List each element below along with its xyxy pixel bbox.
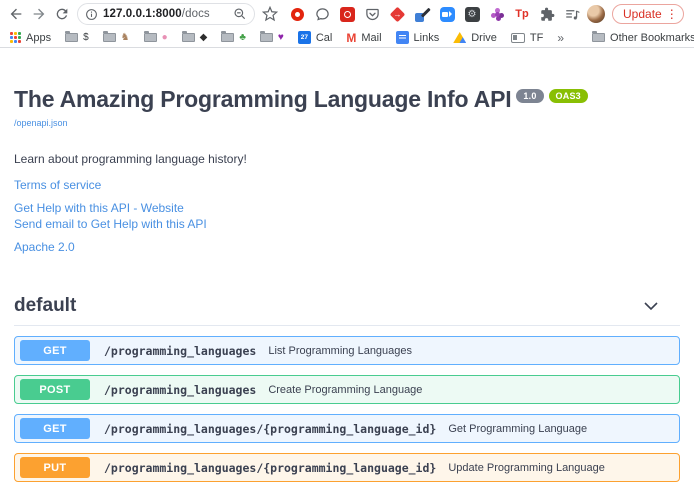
bookmark-apps[interactable]: Apps [10,32,51,44]
chat-bubble-extension-icon[interactable] [314,6,330,22]
horse-emoji-icon: ♞ [121,33,130,43]
other-bookmarks[interactable]: Other Bookmarks [592,32,694,44]
url-text[interactable]: 127.0.0.1:8000/docs [103,8,210,20]
bookmark-mail[interactable]: MMail [346,31,381,45]
red-ring-extension-icon[interactable] [289,6,305,22]
method-badge: POST [20,379,90,400]
terms-of-service-link[interactable]: Terms of service [14,178,680,192]
clover-emoji-icon: ♣ [239,33,246,43]
reload-icon[interactable] [54,6,70,22]
endpoint-summary: Update Programming Language [448,462,605,474]
drive-icon [453,32,466,43]
bookmark-folder-horse[interactable]: ♞ [103,33,130,43]
card-icon [511,33,525,43]
calendar-icon: 27 [298,31,311,44]
contact-email-link[interactable]: Send email to Get Help with this API [14,217,680,231]
swagger-docs-page: The Amazing Programming Language Info AP… [0,86,694,485]
folder-icon [65,33,78,42]
cbs-extension-icon[interactable] [339,6,355,22]
bookmark-cal[interactable]: 27Cal [298,31,333,44]
endpoint-row-put-update[interactable]: PUT /programming_languages/{programming_… [14,453,680,482]
profile-avatar[interactable] [587,5,605,23]
openapi-json-link[interactable]: /openapi.json [14,118,68,128]
back-icon[interactable] [8,6,24,22]
list-icon [396,31,409,44]
tag-section-title: default [14,295,76,317]
contact-website-link[interactable]: Get Help with this API - Website [14,201,680,215]
bookmark-folder-graduation[interactable]: ◆ [182,33,208,43]
bookmark-star-icon[interactable] [262,6,278,22]
redirect-extension-icon[interactable]: → [389,6,405,22]
zoom-out-icon[interactable] [233,7,247,21]
endpoint-row-get-one[interactable]: GET /programming_languages/{programming_… [14,414,680,443]
apps-grid-icon [10,32,21,43]
brain-emoji-icon: ● [162,33,168,43]
endpoint-row-post-create[interactable]: POST /programming_languages Create Progr… [14,375,680,404]
page-info-icon[interactable] [85,8,98,21]
forward-icon[interactable] [31,6,47,22]
extensions-area: → ⚙ Tp [289,6,580,22]
page-title: The Amazing Programming Language Info AP… [14,86,680,113]
address-bar[interactable]: 127.0.0.1:8000/docs [77,3,255,25]
folder-icon [592,33,605,42]
endpoint-summary: List Programming Languages [268,345,412,357]
bookmarks-overflow-icon[interactable]: » [557,31,564,45]
endpoint-path: /programming_languages/{programming_lang… [104,422,436,436]
info-links: Terms of service Get Help with this API … [14,178,680,254]
folder-icon [103,33,116,42]
bookmark-tf[interactable]: TF [511,32,543,44]
bookmark-links[interactable]: Links [396,31,440,44]
dollar-icon: $ [83,33,89,43]
folder-icon [221,33,234,42]
folder-icon [182,33,195,42]
bookmark-drive[interactable]: Drive [453,32,497,44]
api-description: Learn about programming language history… [14,152,680,166]
pocket-extension-icon[interactable] [364,6,380,22]
update-label: Update [623,7,662,21]
method-badge: PUT [20,457,90,478]
settings-extension-icon[interactable]: ⚙ [464,6,480,22]
endpoint-summary: Get Programming Language [448,423,587,435]
bookmark-folder-dollar[interactable]: $ [65,33,89,43]
bookmark-folder-brain[interactable]: ● [144,33,168,43]
method-badge: GET [20,340,90,361]
media-queue-icon[interactable] [564,6,580,22]
bookmark-folder-heart[interactable]: ♥ [260,33,284,43]
endpoint-row-get-list[interactable]: GET /programming_languages List Programm… [14,336,680,365]
tp-extension-icon[interactable]: Tp [514,6,530,22]
endpoint-path: /programming_languages/{programming_lang… [104,461,436,475]
method-badge: GET [20,418,90,439]
browser-menu-kebab-icon[interactable]: ⋮ [666,7,678,21]
extensions-puzzle-icon[interactable] [539,6,555,22]
bookmarks-bar: Apps $ ♞ ● ◆ ♣ ♥ 27Cal MMail Links Drive… [0,28,694,48]
oas3-badge: OAS3 [549,89,588,103]
version-badge: 1.0 [516,89,543,103]
browser-toolbar: 127.0.0.1:8000/docs → ⚙ Tp Update ⋮ [0,0,694,28]
endpoint-path: /programming_languages [104,383,256,397]
endpoint-path: /programming_languages [104,344,256,358]
bookmark-folder-clover[interactable]: ♣ [221,33,246,43]
folder-icon [144,33,157,42]
gmail-icon: M [346,31,356,45]
purple-heart-emoji-icon: ♥ [278,33,284,43]
color-picker-extension-icon[interactable] [414,6,430,22]
graduation-cap-emoji-icon: ◆ [200,33,208,43]
video-call-extension-icon[interactable] [439,6,455,22]
endpoint-summary: Create Programming Language [268,384,422,396]
folder-icon [260,33,273,42]
chevron-down-icon[interactable] [644,302,658,311]
license-link[interactable]: Apache 2.0 [14,240,680,254]
tag-section-default[interactable]: default [14,289,680,326]
update-button[interactable]: Update ⋮ [612,4,684,24]
flower-extension-icon[interactable] [489,6,505,22]
